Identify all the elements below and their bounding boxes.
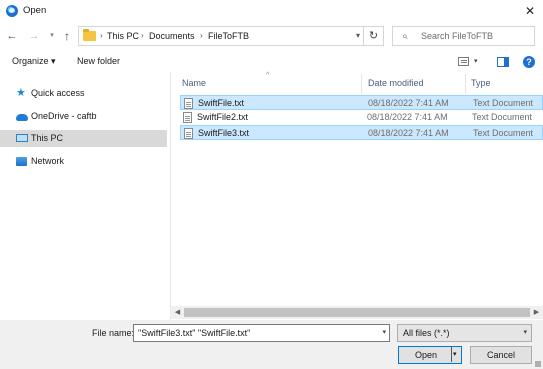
nav-item-this-pc[interactable]: This PC bbox=[0, 130, 167, 147]
help-icon[interactable]: ? bbox=[523, 56, 535, 68]
file-name: SwiftFile2.txt bbox=[197, 112, 249, 122]
file-date: 08/18/2022 7:41 AM bbox=[368, 98, 449, 108]
title-bar: Open ✕ bbox=[0, 0, 543, 22]
preview-pane-icon[interactable] bbox=[497, 57, 509, 67]
search-input[interactable]: ⌕ Search FileToFTB bbox=[392, 26, 535, 46]
column-header-date-modified[interactable]: Date modified bbox=[368, 78, 424, 96]
resize-grip-icon[interactable] bbox=[535, 361, 541, 367]
window-title: Open bbox=[23, 5, 47, 16]
star-icon: ★ bbox=[16, 87, 26, 99]
organize-label: Organize bbox=[12, 56, 49, 66]
nav-item-onedrive[interactable]: OneDrive - caftb bbox=[0, 108, 167, 125]
file-type: Text Document bbox=[473, 98, 534, 108]
command-bar: Organize ▾ New folder ▾ ? bbox=[0, 52, 543, 72]
edge-app-icon bbox=[6, 5, 18, 17]
chevron-down-icon: ▾ bbox=[51, 56, 56, 66]
scrollbar-thumb[interactable] bbox=[184, 308, 530, 317]
text-file-icon bbox=[184, 128, 193, 139]
forward-arrow-icon[interactable]: → bbox=[27, 28, 41, 44]
breadcrumb-chevron-icon[interactable]: › bbox=[200, 31, 203, 40]
nav-item-quick-access[interactable]: ★ Quick access bbox=[0, 85, 167, 102]
text-file-icon bbox=[183, 112, 192, 123]
open-options-chevron-icon[interactable]: ▾ bbox=[453, 350, 457, 358]
file-date: 08/18/2022 7:41 AM bbox=[367, 112, 448, 122]
scroll-right-icon[interactable]: ▶ bbox=[530, 306, 543, 319]
file-row[interactable]: SwiftFile2.txt 08/18/2022 7:41 AM Text D… bbox=[180, 110, 543, 125]
file-name-value: "SwiftFile3.txt" "SwiftFile.txt" bbox=[138, 328, 251, 338]
file-type-select[interactable]: All files (*.*) ▾ bbox=[397, 324, 532, 342]
view-options-chevron-icon[interactable]: ▾ bbox=[474, 57, 478, 65]
nav-item-label: OneDrive - caftb bbox=[31, 111, 97, 121]
file-name: SwiftFile.txt bbox=[198, 98, 245, 108]
sort-ascending-icon: ^ bbox=[266, 72, 270, 79]
folder-icon bbox=[83, 29, 96, 41]
nav-item-label: Quick access bbox=[31, 88, 85, 98]
column-header-type[interactable]: Type bbox=[471, 78, 491, 96]
breadcrumb-chevron-icon[interactable]: › bbox=[141, 31, 144, 40]
address-dropdown-chevron-icon[interactable]: ▾ bbox=[356, 31, 360, 40]
nav-item-label: This PC bbox=[31, 133, 64, 143]
nav-item-network[interactable]: Network bbox=[0, 153, 167, 170]
file-row[interactable]: SwiftFile.txt 08/18/2022 7:41 AM Text Do… bbox=[180, 95, 543, 110]
search-placeholder: Search FileToFTB bbox=[421, 31, 494, 41]
refresh-icon[interactable]: ↻ bbox=[363, 27, 383, 45]
cloud-icon bbox=[16, 114, 28, 121]
column-divider[interactable] bbox=[465, 74, 466, 94]
organize-button[interactable]: Organize ▾ bbox=[12, 56, 56, 67]
file-type: Text Document bbox=[473, 128, 534, 138]
address-bar[interactable]: › This PC › Documents › FileToFTB ▾ ↻ bbox=[78, 26, 384, 46]
view-options-icon[interactable] bbox=[458, 57, 469, 66]
computer-icon bbox=[16, 134, 28, 142]
text-file-icon bbox=[184, 98, 193, 109]
scroll-left-icon[interactable]: ◀ bbox=[171, 306, 184, 319]
breadcrumb-chevron-icon[interactable]: › bbox=[100, 31, 103, 40]
nav-item-label: Network bbox=[31, 156, 65, 166]
file-date: 08/18/2022 7:41 AM bbox=[368, 128, 449, 138]
file-name-input[interactable]: "SwiftFile3.txt" "SwiftFile.txt" ▾ bbox=[133, 324, 390, 342]
file-row[interactable]: SwiftFile3.txt 08/18/2022 7:41 AM Text D… bbox=[180, 125, 543, 140]
open-label: Open bbox=[415, 350, 438, 360]
file-name-history-chevron-icon[interactable]: ▾ bbox=[382, 328, 386, 336]
breadcrumb-this-pc[interactable]: This PC bbox=[107, 31, 139, 41]
file-list: ^ Name Date modified Type SwiftFile.txt … bbox=[171, 72, 543, 320]
horizontal-scrollbar[interactable]: ◀ ▶ bbox=[171, 306, 543, 319]
file-type-value: All files (*.*) bbox=[403, 328, 450, 338]
split-divider bbox=[451, 347, 452, 362]
breadcrumb-filetoftb[interactable]: FileToFTB bbox=[208, 31, 249, 41]
network-icon bbox=[16, 157, 27, 166]
open-button[interactable]: Open ▾ bbox=[398, 346, 462, 364]
breadcrumb-documents[interactable]: Documents bbox=[149, 31, 195, 41]
file-type: Text Document bbox=[472, 112, 533, 122]
file-name-label: File name: bbox=[92, 328, 135, 338]
chevron-down-icon: ▾ bbox=[523, 329, 527, 336]
column-header-name[interactable]: Name bbox=[182, 78, 206, 96]
column-divider[interactable] bbox=[361, 74, 362, 94]
cancel-button[interactable]: Cancel bbox=[470, 346, 532, 364]
up-arrow-icon[interactable]: ↑ bbox=[60, 28, 74, 44]
recent-locations-chevron-icon[interactable]: ▾ bbox=[45, 28, 59, 44]
navigation-pane: ★ Quick access OneDrive - caftb This PC … bbox=[0, 76, 170, 316]
new-folder-button[interactable]: New folder bbox=[77, 56, 120, 66]
close-button[interactable]: ✕ bbox=[517, 0, 543, 22]
dialog-footer: File name: "SwiftFile3.txt" "SwiftFile.t… bbox=[0, 320, 543, 369]
file-name: SwiftFile3.txt bbox=[198, 128, 250, 138]
back-arrow-icon[interactable]: ← bbox=[5, 28, 19, 44]
search-icon: ⌕ bbox=[402, 31, 408, 42]
